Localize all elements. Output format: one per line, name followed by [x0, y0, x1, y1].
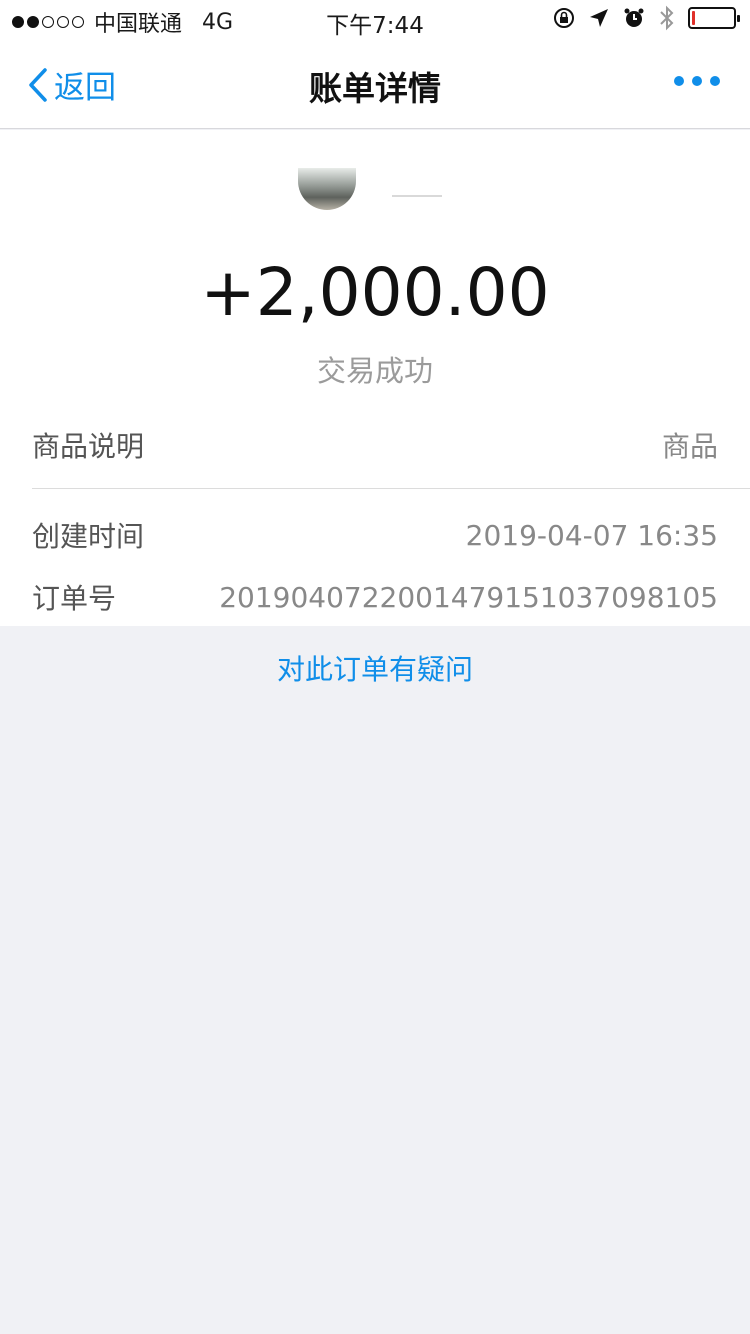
detail-label: 订单号	[32, 582, 117, 615]
avatar	[298, 168, 356, 210]
payee-name-redacted	[392, 195, 442, 197]
divider	[32, 488, 750, 489]
payee	[298, 168, 442, 210]
rotation-lock-icon	[554, 8, 574, 28]
battery-icon	[688, 7, 740, 29]
detail-value: 商品	[661, 430, 718, 463]
amount: +2,000.00	[200, 254, 550, 331]
transaction-status: 交易成功	[316, 354, 433, 388]
battery-level-fill	[692, 11, 695, 25]
alarm-clock-icon	[624, 8, 644, 27]
detail-row-order-number: 订单号 2019040722001479151037098105	[32, 578, 718, 616]
detail-value: 2019-04-07 16:35	[465, 518, 718, 552]
detail-row-created-time: 创建时间 2019-04-07 16:35	[32, 516, 718, 554]
detail-label: 创建时间	[32, 520, 145, 553]
more-dots-icon[interactable]	[674, 76, 720, 86]
navbar: 返回 账单详情	[0, 40, 750, 129]
bluetooth-icon	[660, 5, 674, 31]
bill-detail-card: +2,000.00 交易成功 商品说明 商品 创建时间 2019-04-07 1…	[0, 130, 750, 626]
detail-row-description: 商品说明 商品	[32, 426, 718, 464]
page-title: 账单详情	[309, 69, 441, 108]
detail-value: 2019040722001479151037098105	[219, 580, 718, 614]
order-question-link[interactable]: 对此订单有疑问	[0, 648, 750, 688]
status-right	[552, 5, 740, 31]
status-bar: 中国联通 4G 下午7:44	[0, 0, 750, 40]
location-arrow-icon	[590, 9, 608, 27]
detail-label: 商品说明	[32, 430, 145, 463]
